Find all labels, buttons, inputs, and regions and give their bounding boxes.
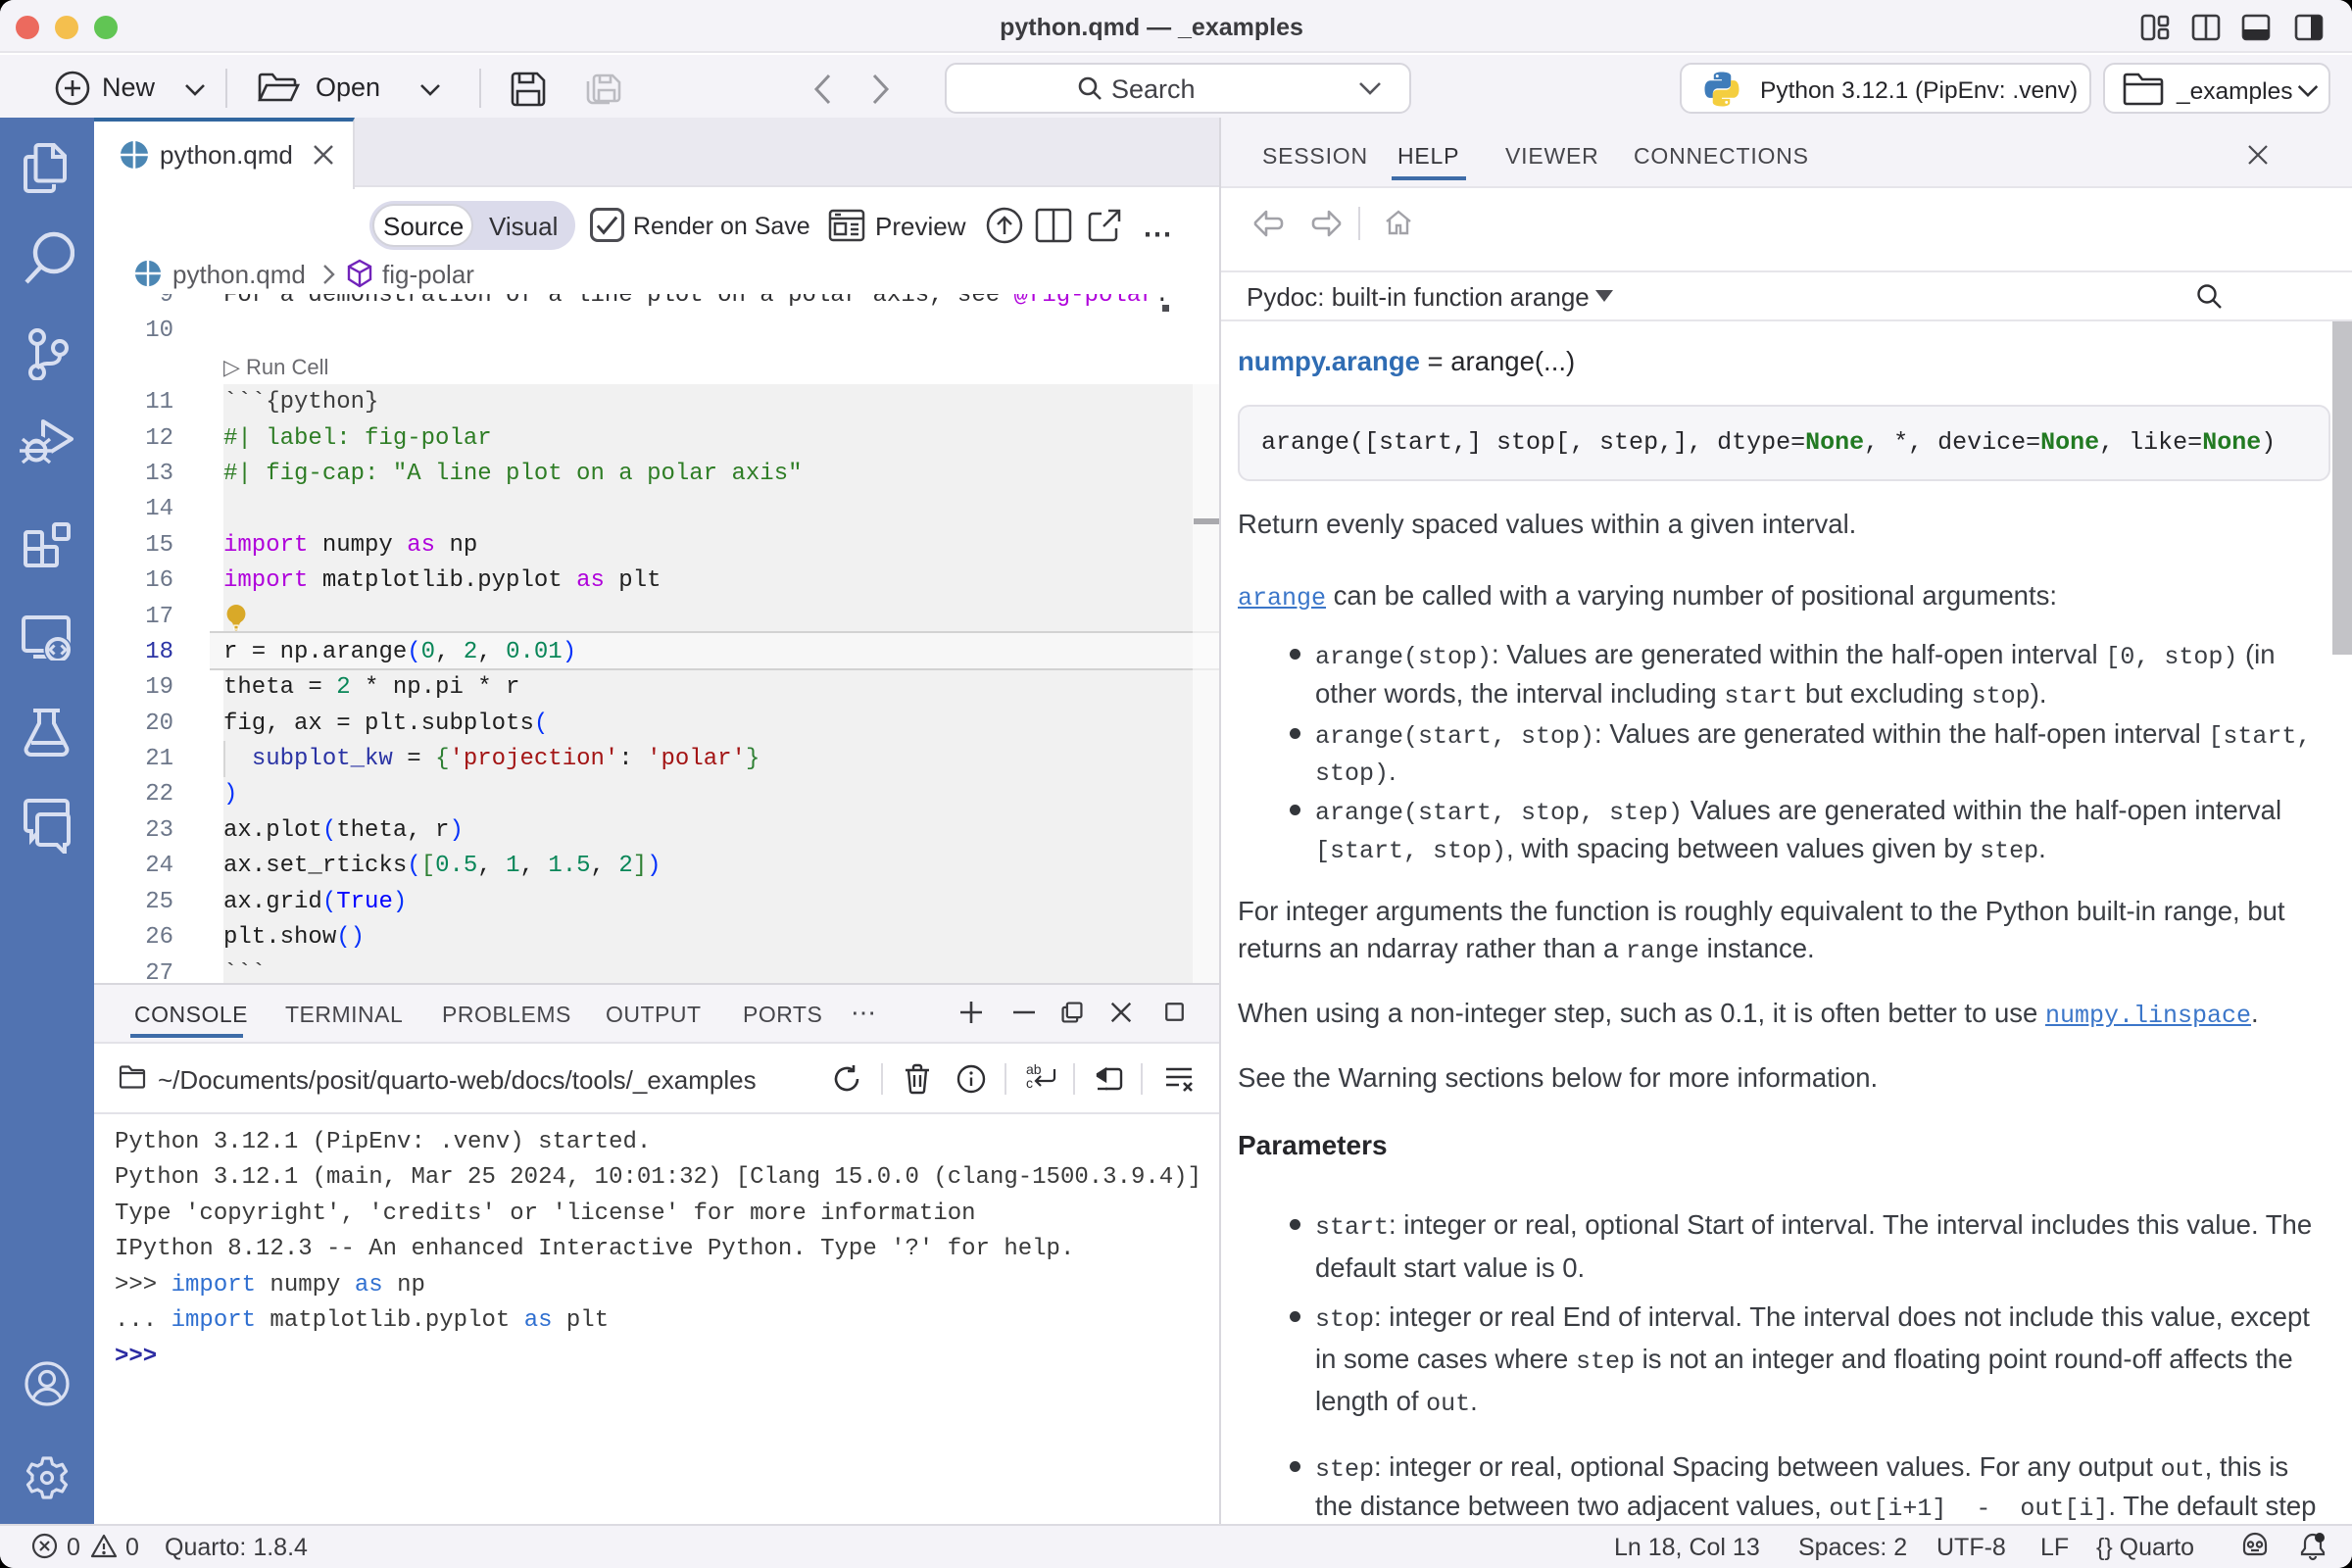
svg-text:c: c: [1026, 1075, 1033, 1091]
